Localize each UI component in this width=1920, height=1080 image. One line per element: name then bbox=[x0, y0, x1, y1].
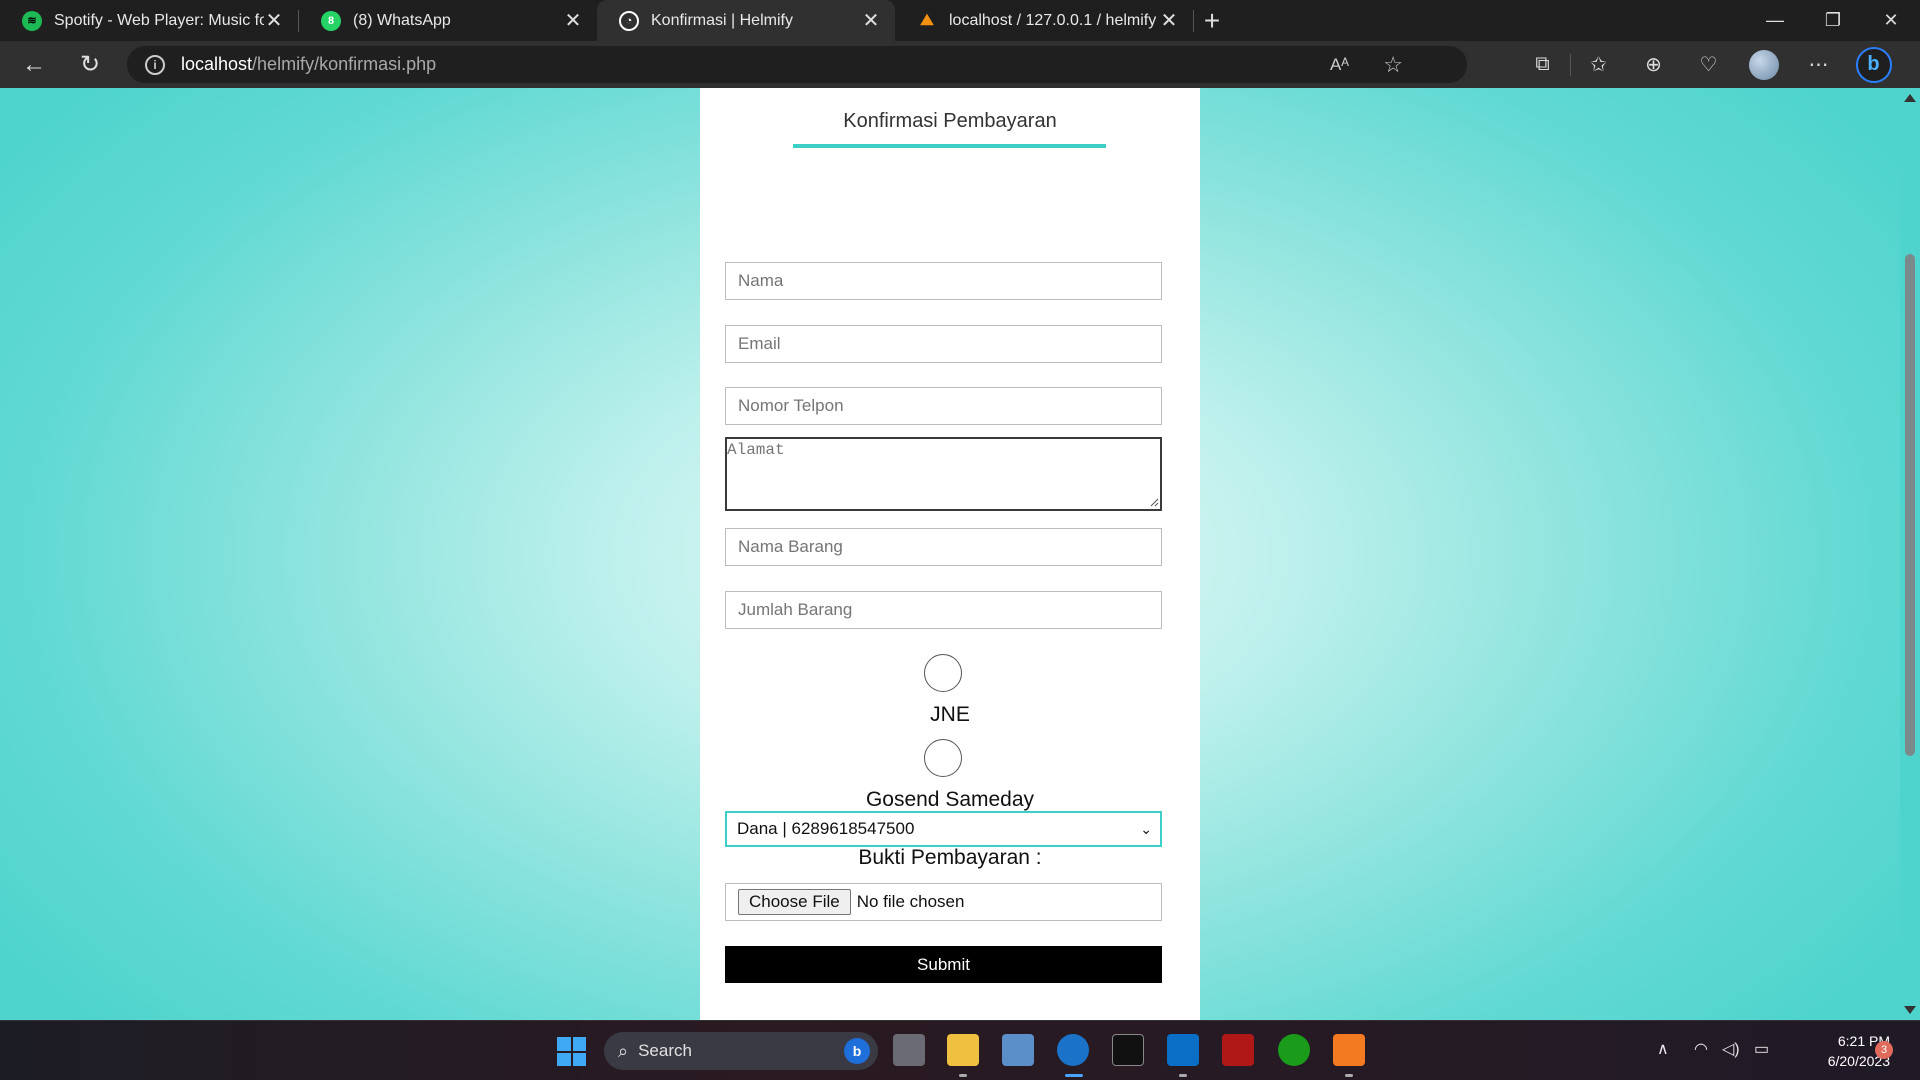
task-view-icon[interactable] bbox=[893, 1034, 925, 1066]
close-tab-icon[interactable]: ✕ bbox=[563, 8, 583, 33]
scroll-down-icon[interactable] bbox=[1904, 1006, 1916, 1014]
notification-badge[interactable]: 3 bbox=[1875, 1041, 1893, 1059]
shipping-radio-jne[interactable] bbox=[924, 654, 962, 692]
refresh-icon[interactable]: ↻ bbox=[62, 41, 118, 88]
file-upload-field: Choose File No file chosen bbox=[725, 883, 1162, 921]
choose-file-button[interactable]: Choose File bbox=[738, 889, 851, 915]
payment-method-select[interactable]: Dana | 6289618547500 ⌄ bbox=[725, 811, 1162, 847]
shipping-label-gosend: Gosend Sameday bbox=[865, 788, 1035, 811]
tab-title: (8) WhatsApp bbox=[353, 11, 451, 29]
close-tab-icon[interactable]: ✕ bbox=[264, 8, 284, 33]
vscode-icon[interactable] bbox=[1167, 1034, 1199, 1077]
title-underline bbox=[793, 144, 1106, 148]
address-textarea[interactable] bbox=[725, 437, 1162, 511]
shipping-label-jne: JNE bbox=[930, 703, 970, 726]
xampp-icon[interactable] bbox=[1333, 1034, 1365, 1077]
terminal-icon[interactable] bbox=[1112, 1034, 1144, 1066]
favorites-icon[interactable]: ✩ bbox=[1571, 52, 1626, 77]
running-indicator bbox=[1345, 1074, 1353, 1077]
url-host: localhost bbox=[181, 54, 253, 74]
browser-essentials-icon[interactable]: ♡ bbox=[1681, 52, 1736, 77]
tab-title: Konfirmasi | Helmify bbox=[651, 11, 793, 29]
tab-whatsapp[interactable]: 8 (8) WhatsApp ✕ bbox=[299, 0, 597, 41]
scroll-thumb[interactable] bbox=[1905, 254, 1915, 756]
item-quantity-field[interactable] bbox=[725, 591, 1162, 629]
resize-grip-icon[interactable] bbox=[1149, 497, 1159, 507]
windows-taskbar: ⌕ Search b ∧ ◠ ◁) ▭ 6:21 PM 6/20/2023 3 bbox=[0, 1020, 1920, 1080]
phpmyadmin-icon: ⛰ bbox=[920, 11, 934, 29]
close-window-icon[interactable]: ✕ bbox=[1862, 0, 1920, 41]
wifi-icon[interactable]: ◠ bbox=[1694, 1039, 1708, 1059]
active-indicator bbox=[1065, 1074, 1083, 1077]
tab-title: localhost / 127.0.0.1 / helmify / a bbox=[949, 11, 1159, 29]
phone-field[interactable] bbox=[725, 387, 1162, 425]
profile-avatar[interactable] bbox=[1736, 49, 1791, 80]
submit-button[interactable]: Submit bbox=[725, 946, 1162, 983]
site-info-icon[interactable]: i bbox=[145, 54, 165, 75]
read-aloud-icon[interactable]: Aᴬ bbox=[1330, 55, 1349, 75]
extensions-icon[interactable]: ⧉ bbox=[1515, 53, 1570, 76]
more-options-icon[interactable]: ⋯ bbox=[1791, 52, 1846, 77]
volume-icon[interactable]: ◁) bbox=[1722, 1039, 1740, 1059]
photos-app-icon[interactable] bbox=[1002, 1034, 1034, 1066]
page-viewport: Konfirmasi Pembayaran JNE Gosend Sameday… bbox=[0, 88, 1900, 1020]
start-button-icon[interactable] bbox=[557, 1037, 586, 1066]
tab-title: Spotify - Web Player: Music for e bbox=[54, 11, 264, 29]
spotify-icon: ≋ bbox=[22, 10, 42, 31]
file-status-text: No file chosen bbox=[856, 892, 965, 911]
url-path: /helmify/konfirmasi.php bbox=[252, 54, 437, 74]
whatsapp-icon: 8 bbox=[321, 10, 341, 31]
tab-konfirmasi[interactable]: ◔ Konfirmasi | Helmify ✕ bbox=[597, 0, 895, 41]
battery-icon[interactable]: ▭ bbox=[1754, 1039, 1769, 1059]
new-tab-button[interactable]: + bbox=[1194, 0, 1230, 41]
payment-proof-label: Bukti Pembayaran : bbox=[858, 846, 1042, 869]
bing-chat-icon[interactable]: b bbox=[1846, 46, 1901, 83]
item-name-field[interactable] bbox=[725, 528, 1162, 566]
name-field[interactable] bbox=[725, 262, 1162, 300]
shipping-radio-gosend[interactable] bbox=[924, 739, 962, 777]
favorite-star-icon[interactable]: ☆ bbox=[1383, 52, 1403, 78]
bing-search-icon: b bbox=[844, 1038, 870, 1064]
address-bar[interactable]: i localhost/helmify/konfirmasi.php Aᴬ ☆ bbox=[127, 46, 1467, 83]
running-indicator bbox=[1179, 1074, 1187, 1077]
email-field[interactable] bbox=[725, 325, 1162, 363]
page-scrollbar[interactable] bbox=[1900, 88, 1920, 1020]
mysql-workbench-icon[interactable] bbox=[1222, 1034, 1254, 1066]
search-icon: ⌕ bbox=[618, 1040, 629, 1061]
scroll-up-icon[interactable] bbox=[1904, 94, 1916, 102]
tab-strip: ≋ Spotify - Web Player: Music for e ✕ 8 … bbox=[0, 0, 1920, 41]
taskbar-search[interactable]: ⌕ Search b bbox=[604, 1032, 878, 1070]
chevron-down-icon: ⌄ bbox=[1140, 821, 1152, 837]
restore-icon[interactable]: ❐ bbox=[1804, 0, 1862, 41]
confirmation-form-card: Konfirmasi Pembayaran JNE Gosend Sameday… bbox=[700, 88, 1200, 1020]
file-explorer-icon[interactable] bbox=[947, 1034, 979, 1077]
back-icon[interactable]: ← bbox=[6, 41, 62, 88]
close-tab-icon[interactable]: ✕ bbox=[861, 8, 881, 33]
payment-method-value: Dana | 6289618547500 bbox=[737, 819, 915, 838]
search-label: Search bbox=[638, 1041, 692, 1060]
edge-browser-icon[interactable] bbox=[1057, 1034, 1089, 1077]
show-hidden-icons-chevron[interactable]: ∧ bbox=[1657, 1039, 1669, 1059]
running-indicator bbox=[959, 1074, 967, 1077]
minimize-icon[interactable]: — bbox=[1746, 0, 1804, 41]
navigation-bar: ← ↻ i localhost/helmify/konfirmasi.php A… bbox=[0, 41, 1920, 88]
toolbar-icons: ⧉ ✩ ⊕ ♡ ⋯ b bbox=[1515, 41, 1901, 88]
page-title: Konfirmasi Pembayaran bbox=[843, 110, 1057, 132]
close-tab-icon[interactable]: ✕ bbox=[1159, 8, 1179, 33]
helmify-icon: ◔ bbox=[619, 10, 639, 31]
xbox-icon[interactable] bbox=[1278, 1034, 1310, 1066]
window-controls: — ❐ ✕ bbox=[1746, 0, 1920, 41]
tab-spotify[interactable]: ≋ Spotify - Web Player: Music for e ✕ bbox=[0, 0, 298, 41]
collections-icon[interactable]: ⊕ bbox=[1626, 52, 1681, 77]
tab-phpmyadmin[interactable]: ⛰ localhost / 127.0.0.1 / helmify / a ✕ bbox=[895, 0, 1193, 41]
